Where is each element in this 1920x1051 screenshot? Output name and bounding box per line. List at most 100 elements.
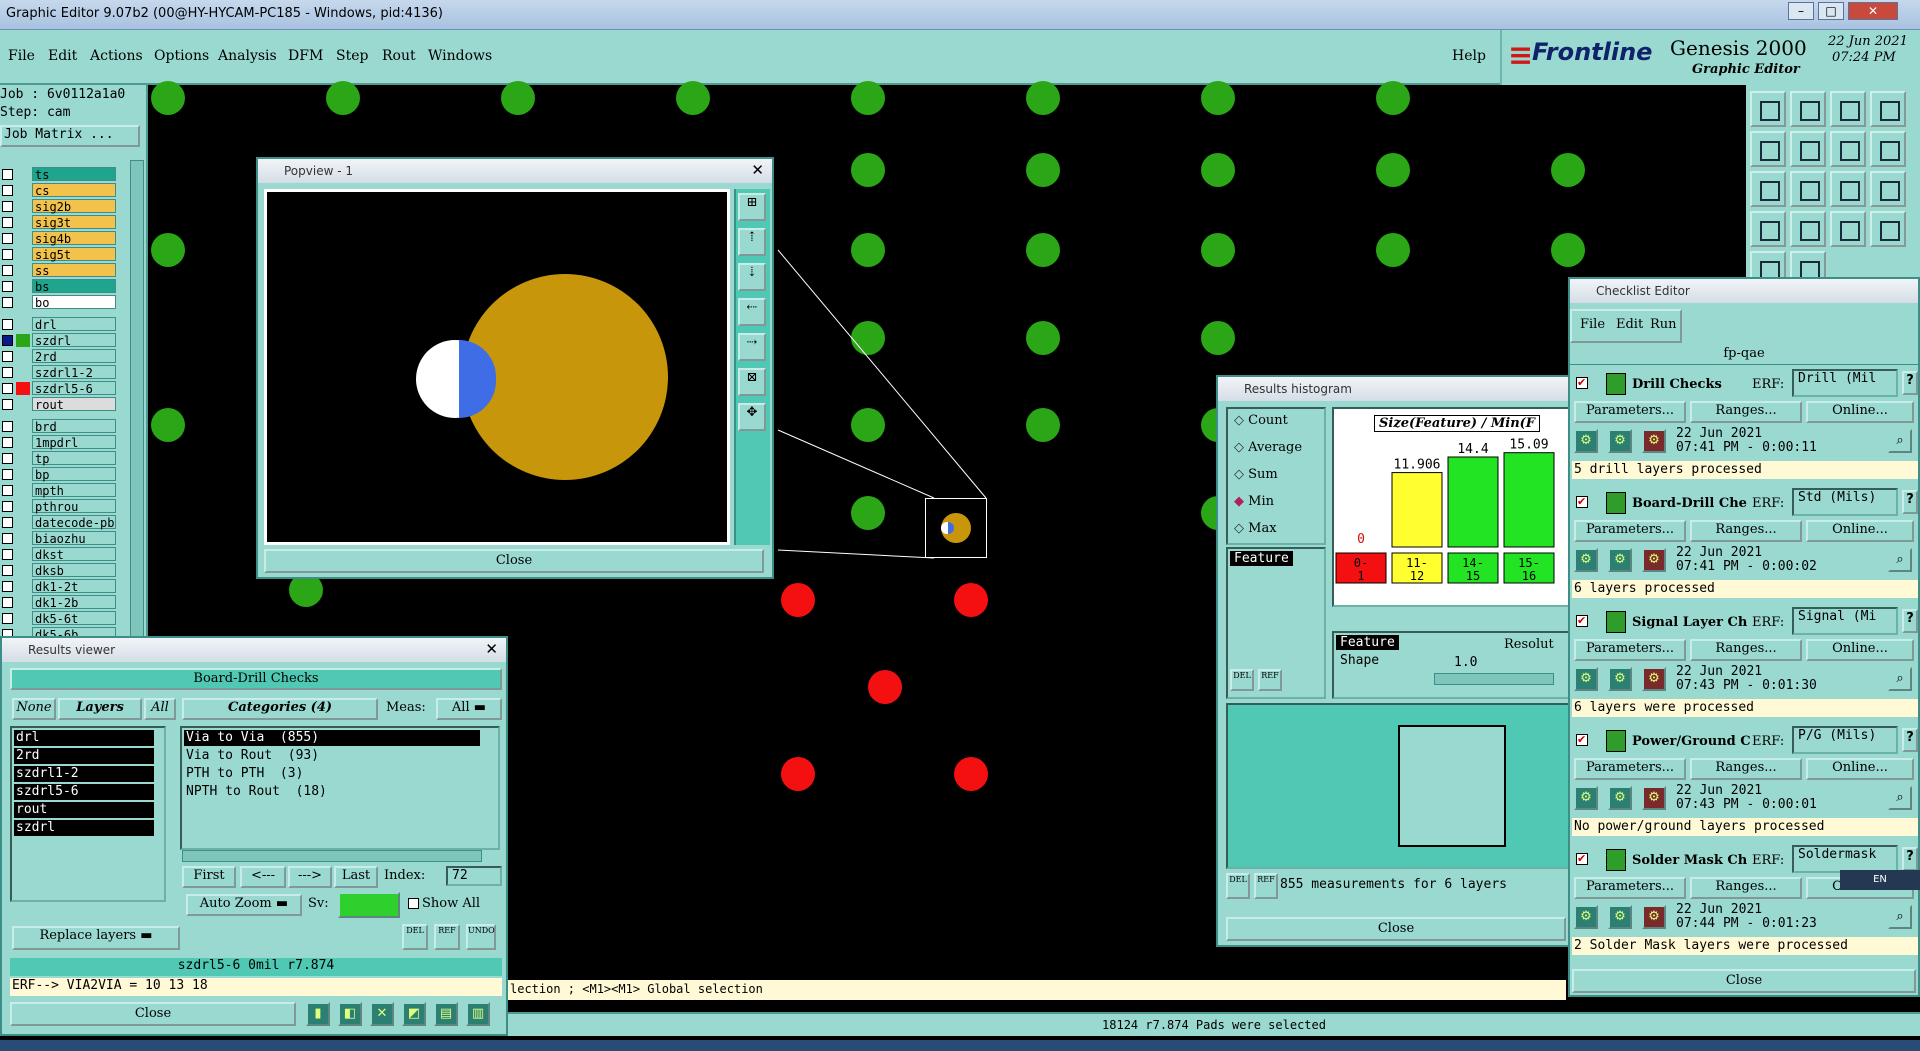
layer-color-swatch[interactable]	[16, 532, 30, 545]
popview-left-icon[interactable]: ⇠	[738, 298, 766, 326]
check-help-icon[interactable]: ?	[1902, 609, 1918, 633]
layer-checkbox[interactable]	[2, 533, 13, 544]
menu-edit[interactable]: Edit	[48, 48, 77, 64]
menu-windows[interactable]: Windows	[428, 48, 492, 64]
popview-pan-icon[interactable]: ✥	[738, 403, 766, 431]
menu-help[interactable]: Help	[1452, 48, 1486, 64]
menu-options[interactable]: Options	[154, 48, 209, 64]
parameters-button[interactable]: Parameters...	[1574, 877, 1686, 899]
layer-checkbox[interactable]	[2, 453, 13, 464]
run-check-icon[interactable]: ⚙	[1574, 905, 1598, 929]
layer-name[interactable]: ts	[32, 167, 116, 182]
run-check-alt-icon[interactable]: ⚙	[1608, 548, 1632, 572]
layer-name[interactable]: mpth	[32, 483, 116, 498]
layer-name[interactable]: brd	[32, 419, 116, 434]
layer-checkbox[interactable]	[2, 469, 13, 480]
layer-checkbox[interactable]	[2, 501, 13, 512]
pad-green[interactable]	[1201, 153, 1235, 187]
close-window-button[interactable]: ✕	[1848, 2, 1898, 20]
layer-checkbox[interactable]	[2, 517, 13, 528]
menu-file[interactable]: File	[8, 48, 35, 64]
pad-red[interactable]	[781, 757, 815, 791]
layer-color-swatch[interactable]	[16, 382, 30, 395]
categories-button[interactable]: Categories (4)	[182, 698, 378, 720]
last-button[interactable]: Last	[334, 866, 378, 888]
layer-name[interactable]: pthrou	[32, 499, 116, 514]
results-zoom-icon[interactable]: ⌕	[1888, 905, 1912, 929]
layer-name[interactable]: 1mpdrl	[32, 435, 116, 450]
histogram-bar[interactable]	[1447, 456, 1499, 548]
layer-checkbox[interactable]	[2, 185, 13, 196]
layer-checkbox[interactable]	[2, 597, 13, 608]
layer-color-swatch[interactable]	[16, 398, 30, 411]
layer-color-swatch[interactable]	[16, 452, 30, 465]
layer-checkbox[interactable]	[2, 335, 13, 346]
layer-color-swatch[interactable]	[16, 436, 30, 449]
layer-name[interactable]: sig5t	[32, 247, 116, 262]
stop-check-icon[interactable]: ⚙	[1642, 429, 1666, 453]
meas-dropdown[interactable]: All ▬	[436, 698, 502, 720]
stop-check-icon[interactable]: ⚙	[1642, 786, 1666, 810]
pad-green[interactable]	[1201, 233, 1235, 267]
pad-red[interactable]	[868, 670, 902, 704]
run-check-alt-icon[interactable]: ⚙	[1608, 786, 1632, 810]
layer-color-swatch[interactable]	[16, 596, 30, 609]
check-help-icon[interactable]: ?	[1902, 371, 1918, 395]
layer-color-swatch[interactable]	[16, 264, 30, 277]
layer-name[interactable]: rout	[32, 397, 116, 412]
run-check-icon[interactable]: ⚙	[1574, 786, 1598, 810]
layer-row[interactable]: sig5t	[0, 247, 118, 262]
result-category-item[interactable]: NPTH to Rout (18)	[184, 784, 480, 800]
toolbar-grid-icon[interactable]	[1870, 171, 1906, 207]
parameters-button[interactable]: Parameters...	[1574, 639, 1686, 661]
check-name[interactable]: Drill Checks	[1632, 377, 1722, 392]
popview-close-icon[interactable]: ✕	[751, 161, 764, 179]
layer-checkbox[interactable]	[2, 421, 13, 432]
layer-row[interactable]: dk1-2b	[0, 595, 118, 610]
toolbar-down-icon[interactable]	[1830, 91, 1866, 127]
layers-button[interactable]: Layers	[58, 698, 142, 720]
layer-color-swatch[interactable]	[16, 200, 30, 213]
menu-dfm[interactable]: DFM	[288, 48, 323, 64]
checklist-menu-file[interactable]: File	[1580, 317, 1605, 332]
check-help-icon[interactable]: ?	[1902, 728, 1918, 752]
results-viewer-close-button[interactable]: Close	[10, 1002, 296, 1026]
check-enable-checkbox[interactable]: ✔	[1576, 615, 1588, 627]
result-category-item[interactable]: Via to Via (855)	[184, 730, 480, 746]
popview-zoom-icon[interactable]: ⊞	[738, 193, 766, 221]
hist-del-button[interactable]: DEL	[1230, 669, 1254, 691]
pad-green[interactable]	[676, 81, 710, 115]
pad-green[interactable]	[1026, 233, 1060, 267]
checklist-close-button[interactable]: Close	[1572, 969, 1916, 993]
results-zoom-icon[interactable]: ⌕	[1888, 548, 1912, 572]
result-layer-item[interactable]: szdrl5-6	[14, 784, 154, 800]
rv-ref-button[interactable]: REF	[434, 924, 460, 950]
stop-check-icon[interactable]: ⚙	[1642, 548, 1666, 572]
layer-color-swatch[interactable]	[16, 280, 30, 293]
layer-color-swatch[interactable]	[16, 564, 30, 577]
result-layer-item[interactable]: szdrl	[14, 820, 154, 836]
ime-indicator[interactable]: EN	[1840, 870, 1920, 890]
check-enable-checkbox[interactable]: ✔	[1576, 496, 1588, 508]
layer-row[interactable]: szdrl5-6	[0, 381, 118, 396]
layer-name[interactable]: dk1-2t	[32, 579, 116, 594]
layer-checkbox[interactable]	[2, 351, 13, 362]
layer-row[interactable]: brd	[0, 419, 118, 434]
menu-actions[interactable]: Actions	[90, 48, 143, 64]
results-zoom-icon[interactable]: ⌕	[1888, 429, 1912, 453]
parameters-button[interactable]: Parameters...	[1574, 401, 1686, 423]
layer-color-swatch[interactable]	[16, 334, 30, 347]
layer-row[interactable]: rout	[0, 397, 118, 412]
pad-green[interactable]	[851, 81, 885, 115]
layer-color-swatch[interactable]	[16, 216, 30, 229]
layer-checkbox[interactable]	[2, 581, 13, 592]
online-button[interactable]: Online...	[1806, 758, 1914, 780]
pad-green[interactable]	[1201, 81, 1235, 115]
layer-name[interactable]: sig4b	[32, 231, 116, 246]
check-name[interactable]: Signal Layer Ch	[1632, 615, 1747, 630]
layer-row[interactable]: datecode-pb	[0, 515, 118, 530]
pad-green[interactable]	[1551, 153, 1585, 187]
layer-checkbox[interactable]	[2, 297, 13, 308]
pad-green[interactable]	[1026, 321, 1060, 355]
layer-list-scrollbar[interactable]	[130, 160, 144, 640]
